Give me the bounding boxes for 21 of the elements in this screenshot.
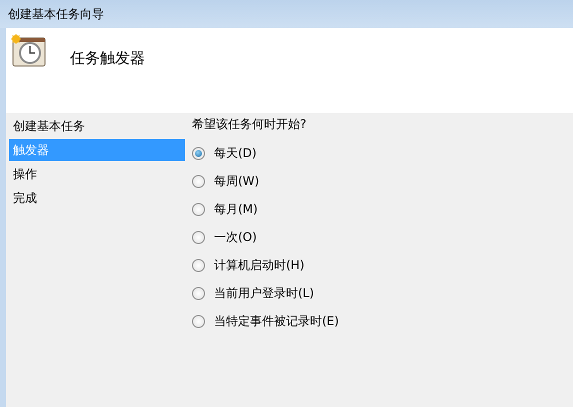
- radio-button[interactable]: [192, 174, 205, 188]
- wizard-page-title: 任务触发器: [70, 48, 145, 69]
- radio-button[interactable]: [192, 146, 205, 160]
- radio-label[interactable]: 每月(M): [214, 200, 258, 218]
- sidebar-item[interactable]: 操作: [9, 163, 185, 185]
- radio-label[interactable]: 每周(W): [214, 172, 260, 190]
- sidebar-item[interactable]: 创建基本任务: [9, 115, 185, 137]
- radio-label[interactable]: 当前用户登录时(L): [214, 284, 314, 302]
- radio-button[interactable]: [192, 202, 205, 216]
- clock-icon: [10, 34, 48, 68]
- sidebar-item[interactable]: 完成: [9, 187, 185, 209]
- question-text: 希望该任务何时开始?: [192, 116, 308, 132]
- window-title: 创建基本任务向导: [0, 0, 573, 28]
- radio-label[interactable]: 计算机启动时(H): [214, 256, 304, 274]
- radio-button[interactable]: [192, 230, 205, 244]
- radio-label[interactable]: 每天(D): [214, 144, 257, 162]
- radio-button[interactable]: [192, 258, 205, 272]
- radio-button[interactable]: [192, 286, 205, 300]
- radio-label[interactable]: 一次(O): [214, 228, 257, 246]
- radio-label[interactable]: 当特定事件被记录时(E): [214, 312, 339, 330]
- radio-button[interactable]: [192, 314, 205, 328]
